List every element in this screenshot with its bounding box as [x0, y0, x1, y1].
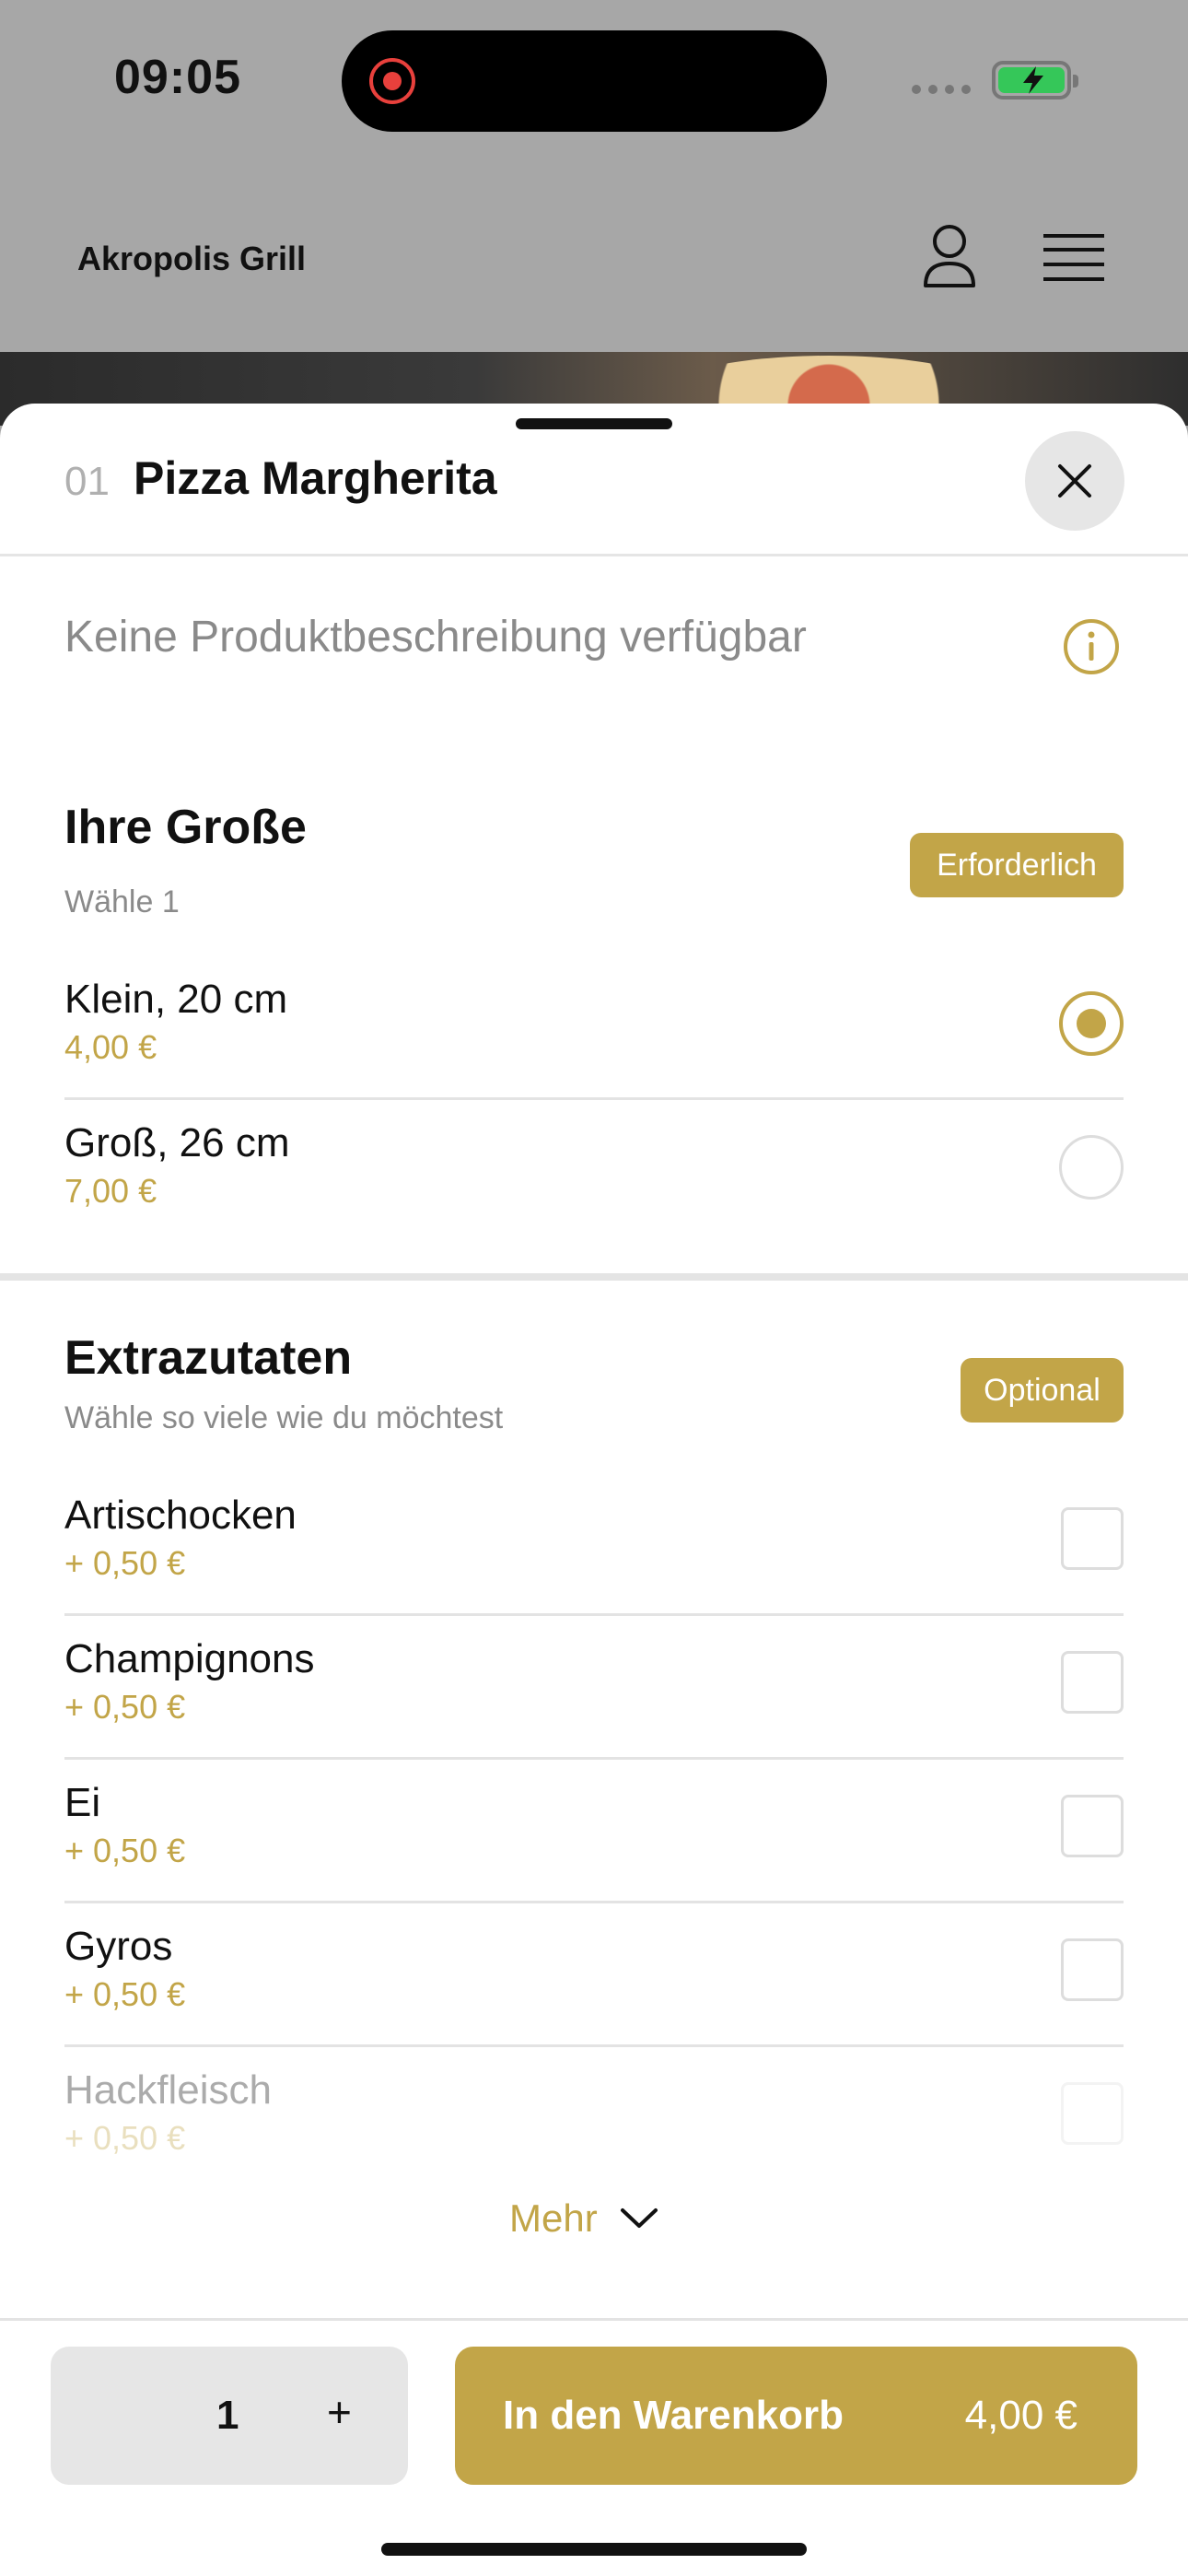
- extra-option-gyros[interactable]: Gyros + 0,50 €: [64, 1903, 1124, 2047]
- option-price: 4,00 €: [64, 1028, 157, 1066]
- size-group-subtitle: Wähle 1: [64, 884, 180, 919]
- quantity-stepper: 1 +: [51, 2347, 408, 2485]
- checkbox[interactable]: [1061, 1651, 1124, 1714]
- optional-badge: Optional: [961, 1358, 1124, 1423]
- status-time: 09:05: [114, 51, 241, 104]
- product-number: 01: [64, 459, 110, 504]
- sheet-grabber[interactable]: [516, 418, 672, 429]
- section-divider: [0, 1273, 1188, 1281]
- extras-group-title: Extrazutaten: [64, 1331, 353, 1385]
- user-account-icon[interactable]: [921, 223, 978, 289]
- checkbox[interactable]: [1061, 2082, 1124, 2145]
- home-indicator[interactable]: [381, 2543, 807, 2556]
- option-name: Champignons: [64, 1636, 315, 1681]
- option-name: Groß, 26 cm: [64, 1120, 290, 1165]
- product-title: Pizza Margherita: [134, 452, 497, 504]
- required-badge: Erforderlich: [910, 833, 1124, 897]
- option-name: Ei: [64, 1780, 101, 1825]
- cart-total-price: 4,00 €: [964, 2393, 1077, 2438]
- option-name: Gyros: [64, 1924, 173, 1969]
- size-option-small[interactable]: Klein, 20 cm 4,00 €: [64, 956, 1124, 1100]
- show-more-label: Mehr: [509, 2196, 598, 2240]
- option-price: + 0,50 €: [64, 1975, 186, 2013]
- extra-option-hackfleisch[interactable]: Hackfleisch + 0,50 €: [64, 2047, 1124, 2191]
- product-sheet: 01 Pizza Margherita Keine Produktbeschre…: [0, 404, 1188, 2576]
- restaurant-name: Akropolis Grill: [77, 240, 307, 277]
- option-name: Hackfleisch: [64, 2067, 272, 2113]
- quantity-value: 1: [216, 2393, 239, 2438]
- order-footer: 1 + In den Warenkorb 4,00 €: [0, 2318, 1188, 2576]
- checkbox[interactable]: [1061, 1938, 1124, 2001]
- size-option-large[interactable]: Groß, 26 cm 7,00 €: [64, 1100, 1124, 1244]
- size-group-title: Ihre Große: [64, 801, 307, 854]
- product-description: Keine Produktbeschreibung verfügbar: [64, 613, 807, 662]
- chevron-down-icon: [620, 2208, 658, 2228]
- increment-button[interactable]: +: [327, 2387, 352, 2437]
- show-more-button[interactable]: Mehr: [509, 2196, 658, 2241]
- cellular-signal-icon: [912, 85, 971, 94]
- info-icon[interactable]: [1063, 618, 1120, 675]
- add-to-cart-label: In den Warenkorb: [503, 2393, 844, 2438]
- radio-unselected[interactable]: [1059, 1135, 1124, 1200]
- battery-icon: [992, 61, 1078, 100]
- checkbox[interactable]: [1061, 1795, 1124, 1857]
- extra-option-champignons[interactable]: Champignons + 0,50 €: [64, 1616, 1124, 1760]
- hamburger-menu-icon[interactable]: [1043, 232, 1104, 284]
- extra-option-ei[interactable]: Ei + 0,50 €: [64, 1760, 1124, 1903]
- option-price: + 0,50 €: [64, 1688, 186, 1726]
- dynamic-island: [342, 30, 827, 132]
- extras-group-subtitle: Wähle so viele wie du möchtest: [64, 1400, 504, 1435]
- option-price: + 0,50 €: [64, 1544, 186, 1582]
- option-price: + 0,50 €: [64, 2119, 186, 2157]
- option-name: Klein, 20 cm: [64, 977, 288, 1022]
- option-price: + 0,50 €: [64, 1832, 186, 1869]
- extra-option-artischocken[interactable]: Artischocken + 0,50 €: [64, 1472, 1124, 1616]
- checkbox[interactable]: [1061, 1507, 1124, 1570]
- option-name: Artischocken: [64, 1493, 297, 1538]
- status-bar: 09:05: [0, 0, 1188, 166]
- recording-indicator-icon: [369, 58, 415, 104]
- close-icon: [1058, 464, 1091, 498]
- close-button[interactable]: [1025, 431, 1124, 531]
- radio-selected[interactable]: [1059, 991, 1124, 1056]
- option-price: 7,00 €: [64, 1172, 157, 1210]
- sheet-header: 01 Pizza Margherita: [0, 404, 1188, 556]
- app-header: Akropolis Grill: [0, 166, 1188, 352]
- add-to-cart-button[interactable]: In den Warenkorb 4,00 €: [455, 2347, 1137, 2485]
